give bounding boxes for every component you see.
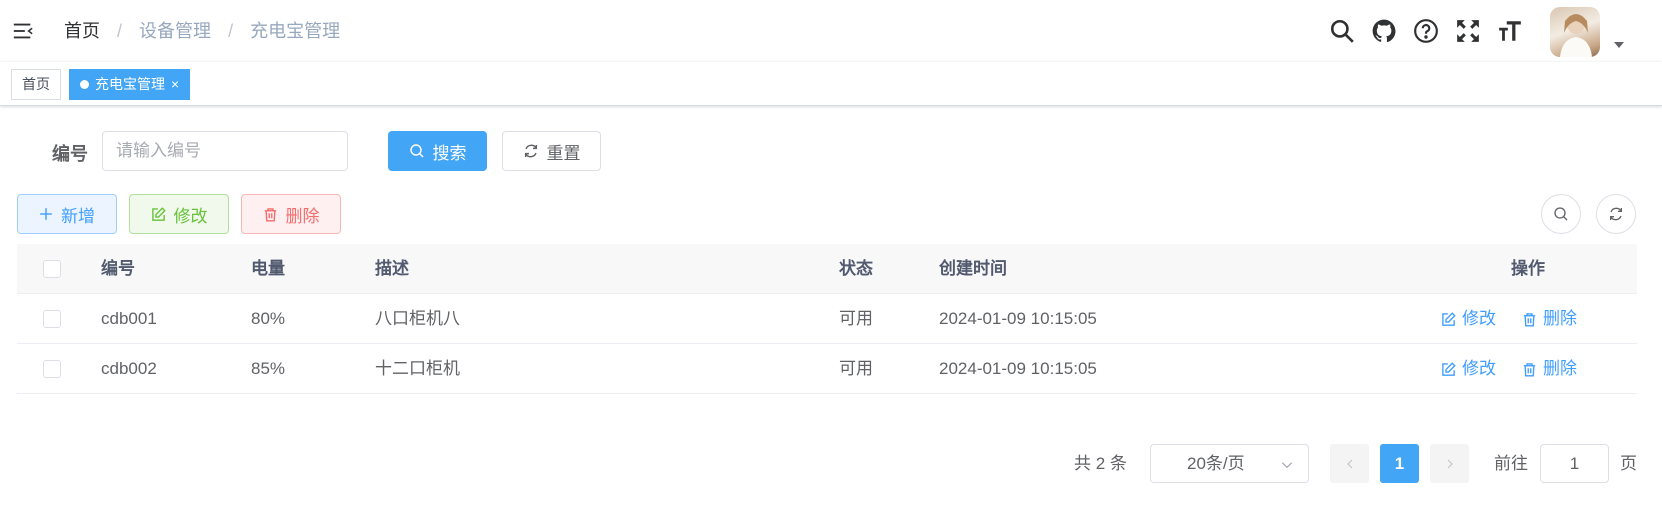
- breadcrumb-separator: /: [117, 21, 123, 41]
- chevron-down-icon[interactable]: [1614, 42, 1624, 48]
- avatar[interactable]: [1550, 7, 1600, 57]
- page-suffix-label: 页: [1620, 454, 1637, 473]
- cell-power: 80%: [251, 309, 286, 328]
- code-filter-label: 编号: [52, 144, 88, 164]
- edit-icon: [1442, 361, 1456, 376]
- page-size-value: 20条/页: [1187, 454, 1245, 473]
- chevron-left-icon: [1346, 459, 1352, 468]
- cell-status: 可用: [839, 309, 873, 328]
- row-checkbox[interactable]: [43, 310, 61, 328]
- chevron-down-icon: [1281, 462, 1293, 469]
- breadcrumb-current: 充电宝管理: [250, 21, 341, 41]
- row-edit-link[interactable]: 修改: [1441, 344, 1496, 394]
- github-icon[interactable]: [1371, 18, 1397, 44]
- table-row: cdb001 80% 八口柜机八 可用 2024-01-09 10:15:05 …: [17, 294, 1637, 344]
- help-icon[interactable]: [1413, 18, 1439, 44]
- row-edit-link[interactable]: 修改: [1441, 294, 1496, 344]
- header-status: 状态: [839, 259, 873, 278]
- search-button[interactable]: 搜索: [388, 131, 487, 171]
- page-number-current[interactable]: 1: [1380, 444, 1419, 483]
- header-actions: 操作: [1511, 259, 1545, 278]
- row-delete-link[interactable]: 删除: [1522, 344, 1577, 394]
- trash-icon: [264, 207, 276, 221]
- cell-description: 十二口柜机: [375, 359, 460, 378]
- plus-icon: [40, 208, 52, 220]
- add-button-label: 新增: [61, 206, 95, 226]
- goto-page-input[interactable]: [1540, 444, 1609, 483]
- search-icon: [409, 144, 424, 158]
- active-dot-icon: [80, 80, 89, 89]
- pagination-total: 共 2 条: [1074, 454, 1127, 473]
- prev-page-button[interactable]: [1330, 444, 1369, 483]
- cell-created-at: 2024-01-09 10:15:05: [939, 359, 1097, 378]
- search-icon[interactable]: [1329, 18, 1355, 44]
- cell-power: 85%: [251, 359, 286, 378]
- breadcrumb-device-management: 设备管理: [139, 21, 212, 41]
- edit-icon: [151, 206, 166, 221]
- trash-icon: [1523, 312, 1536, 326]
- goto-label: 前往: [1494, 454, 1528, 473]
- cell-created-at: 2024-01-09 10:15:05: [939, 309, 1097, 328]
- header-code: 编号: [101, 259, 135, 278]
- tag-home-label: 首页: [22, 76, 50, 92]
- next-page-button[interactable]: [1430, 444, 1469, 483]
- delete-button-label: 删除: [285, 206, 320, 226]
- tag-home[interactable]: 首页: [11, 69, 61, 100]
- edit-button[interactable]: 修改: [129, 194, 229, 234]
- edit-icon: [1442, 311, 1456, 326]
- refresh-button[interactable]: [1596, 194, 1636, 234]
- tag-active-label: 充电宝管理: [95, 76, 165, 92]
- table-header: 编号 电量 描述 状态 创建时间 操作: [17, 244, 1637, 294]
- tags-view: 首页 充电宝管理 ×: [0, 62, 1662, 106]
- menu-fold-icon[interactable]: [12, 20, 34, 42]
- font-size-icon[interactable]: [1497, 18, 1523, 44]
- toggle-search-button[interactable]: [1541, 194, 1581, 234]
- header-created-at: 创建时间: [939, 259, 1007, 278]
- row-edit-label: 修改: [1462, 359, 1496, 378]
- cell-status: 可用: [839, 359, 873, 378]
- header-power: 电量: [251, 259, 285, 278]
- page-size-select[interactable]: 20条/页: [1150, 444, 1309, 483]
- delete-button[interactable]: 删除: [241, 194, 341, 234]
- row-checkbox[interactable]: [43, 360, 61, 378]
- row-delete-link[interactable]: 删除: [1522, 294, 1577, 344]
- breadcrumb-home[interactable]: 首页: [64, 19, 100, 43]
- reset-button[interactable]: 重置: [502, 131, 601, 171]
- add-button[interactable]: 新增: [17, 194, 117, 234]
- search-button-label: 搜索: [432, 143, 467, 163]
- header-description: 描述: [375, 259, 409, 278]
- refresh-icon: [524, 144, 537, 158]
- table-row: cdb002 85% 十二口柜机 可用 2024-01-09 10:15:05 …: [17, 344, 1637, 394]
- reset-button-label: 重置: [546, 143, 581, 163]
- refresh-icon: [1610, 207, 1622, 221]
- fullscreen-icon[interactable]: [1455, 18, 1481, 44]
- cell-code: cdb002: [101, 359, 157, 378]
- tag-powerbank-management[interactable]: 充电宝管理 ×: [69, 69, 191, 100]
- breadcrumb: 首页 / 设备管理 / 充电宝管理: [64, 19, 340, 43]
- select-all-checkbox[interactable]: [43, 260, 61, 278]
- data-table: 编号 电量 描述 状态 创建时间 操作 cdb001 80% 八口柜机八 可用 …: [17, 244, 1637, 394]
- edit-button-label: 修改: [173, 206, 208, 226]
- row-delete-label: 删除: [1543, 359, 1577, 378]
- search-icon: [1554, 207, 1568, 221]
- code-search-input[interactable]: [102, 131, 348, 171]
- close-icon[interactable]: ×: [171, 70, 179, 99]
- breadcrumb-separator: /: [228, 21, 234, 41]
- cell-description: 八口柜机八: [375, 309, 460, 328]
- row-delete-label: 删除: [1543, 309, 1577, 328]
- trash-icon: [1523, 362, 1536, 376]
- chevron-right-icon: [1447, 459, 1453, 468]
- cell-code: cdb001: [101, 309, 157, 328]
- row-edit-label: 修改: [1462, 309, 1496, 328]
- navbar: 首页 / 设备管理 / 充电宝管理: [0, 0, 1662, 62]
